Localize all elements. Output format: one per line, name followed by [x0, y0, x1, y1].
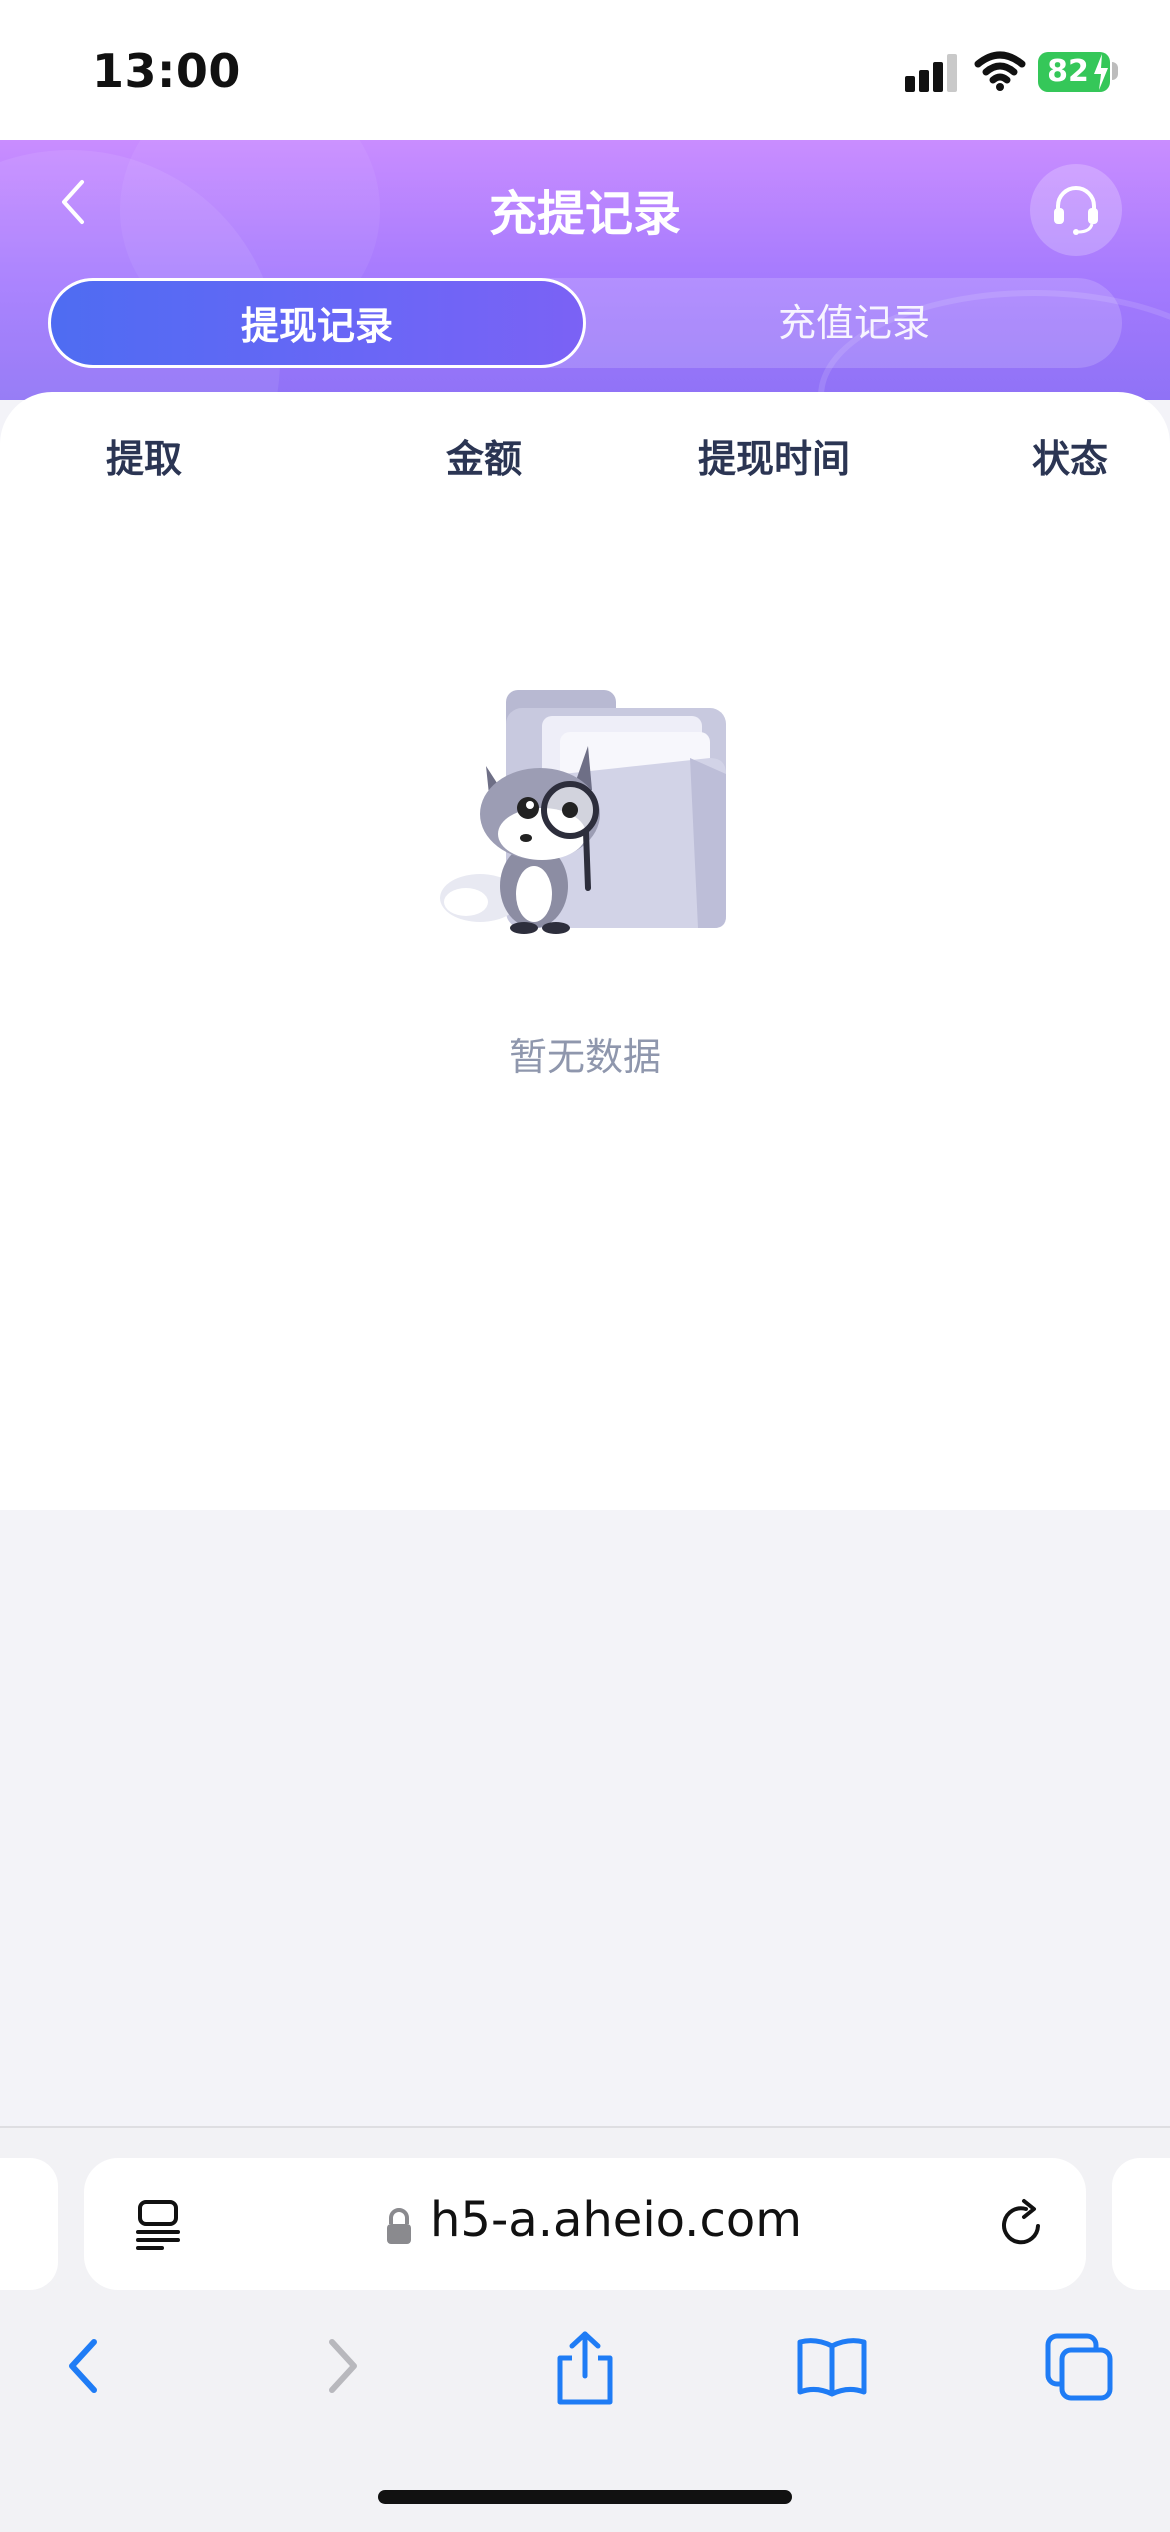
status-time: 13:00: [92, 44, 241, 98]
previous-tab-preview[interactable]: [0, 2158, 58, 2290]
browser-forward-icon[interactable]: [316, 2328, 366, 2404]
column-header-amount: 金额: [446, 437, 523, 481]
page-title: 充提记录: [488, 186, 681, 242]
lock-icon: [387, 2208, 411, 2244]
app-screen: 13:00 82 充提记录 提现记录 充值记录 提取 金额 提现时间 状态 暂无…: [0, 0, 1170, 2532]
column-header-withdraw: 提取: [106, 437, 183, 481]
home-indicator: [378, 2490, 792, 2504]
wifi-icon: [974, 51, 1026, 91]
battery-level: 82: [1047, 54, 1089, 89]
address-bar[interactable]: h5-a.aheio.com: [84, 2158, 1086, 2290]
charging-bolt-icon: [1094, 54, 1108, 90]
customer-service-button[interactable]: [1030, 164, 1122, 256]
status-bar: 13:00 82: [0, 0, 1170, 140]
empty-state-illustration: [440, 690, 726, 934]
bookmarks-icon[interactable]: [792, 2328, 872, 2404]
url-text[interactable]: h5-a.aheio.com: [430, 2192, 802, 2248]
share-icon[interactable]: [548, 2328, 622, 2408]
reader-icon[interactable]: [134, 2198, 182, 2250]
browser-toolbar: h5-a.aheio.com: [0, 2126, 1170, 2532]
headset-icon: [1054, 186, 1098, 235]
next-tab-preview[interactable]: [1112, 2158, 1170, 2290]
signal-icon: [905, 52, 959, 92]
reload-icon[interactable]: [994, 2198, 1048, 2252]
column-header-status: 状态: [1032, 437, 1109, 481]
tab-deposit-records[interactable]: 充值记录: [586, 278, 1122, 368]
column-header-withdraw-time: 提现时间: [698, 437, 851, 481]
tab-withdraw-records[interactable]: 提现记录: [48, 278, 586, 368]
battery-cap: [1112, 62, 1118, 80]
records-panel: 提取 金额 提现时间 状态 暂无数据: [0, 392, 1170, 1510]
tabs-icon[interactable]: [1042, 2328, 1116, 2404]
empty-state-text: 暂无数据: [508, 1035, 661, 1079]
browser-back-icon[interactable]: [60, 2328, 110, 2404]
record-tabs: 提现记录 充值记录: [48, 278, 1122, 368]
